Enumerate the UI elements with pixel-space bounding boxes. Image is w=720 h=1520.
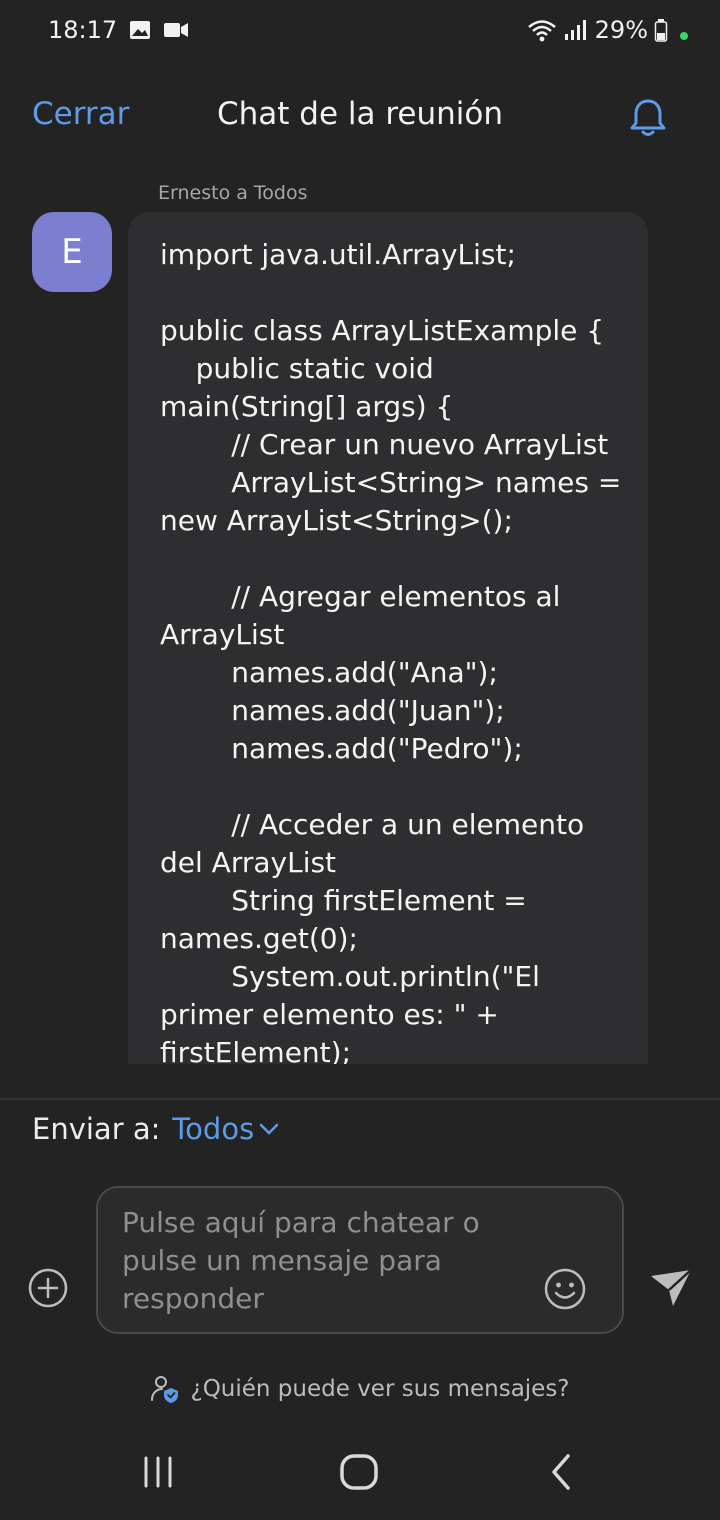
wifi-icon bbox=[527, 20, 556, 42]
chat-messages[interactable]: Ernesto a Todos E import java.util.Array… bbox=[0, 170, 720, 1064]
who-can-see-text: ¿Quién puede ver sus mensajes? bbox=[190, 1376, 570, 1402]
status-right: 29% bbox=[527, 16, 688, 44]
message-text: import java.util.ArrayList; public class… bbox=[160, 238, 622, 1064]
signal-icon bbox=[564, 20, 586, 40]
message-sender: Ernesto a Todos bbox=[158, 182, 308, 204]
chat-header: Cerrar Chat de la reunión bbox=[0, 80, 720, 156]
avatar: E bbox=[32, 212, 112, 292]
send-to-row: Enviar a: Todos bbox=[32, 1112, 280, 1146]
add-attachment-button[interactable] bbox=[26, 1266, 70, 1310]
send-to-label: Enviar a: bbox=[32, 1112, 161, 1146]
battery-icon bbox=[654, 19, 668, 42]
video-icon bbox=[164, 23, 189, 37]
navigation-bar bbox=[0, 1430, 720, 1520]
status-dot bbox=[680, 32, 688, 40]
divider bbox=[0, 1098, 720, 1100]
who-can-see-link[interactable]: ¿Quién puede ver sus mensajes? bbox=[0, 1374, 720, 1404]
chat-input-placeholder: Pulse aquí para chatear o pulse un mensa… bbox=[122, 1206, 480, 1315]
status-bar: 18:17 29% bbox=[0, 0, 720, 60]
status-left: 18:17 bbox=[48, 16, 189, 44]
emoji-icon[interactable] bbox=[542, 1266, 588, 1312]
chat-input[interactable]: Pulse aquí para chatear o pulse un mensa… bbox=[96, 1186, 624, 1334]
gallery-icon bbox=[130, 21, 151, 39]
chevron-down-icon bbox=[259, 1123, 279, 1135]
recipient-value: Todos bbox=[172, 1112, 255, 1146]
bell-icon[interactable] bbox=[626, 96, 670, 140]
status-time: 18:17 bbox=[48, 16, 118, 44]
avatar-initial: E bbox=[61, 232, 83, 272]
battery-percent: 29% bbox=[594, 16, 648, 44]
send-icon[interactable] bbox=[648, 1268, 694, 1308]
message-bubble[interactable]: import java.util.ArrayList; public class… bbox=[128, 212, 648, 1064]
page-title: Chat de la reunión bbox=[216, 96, 504, 132]
compose-area: Pulse aquí para chatear o pulse un mensa… bbox=[0, 1180, 720, 1340]
home-button[interactable] bbox=[338, 1452, 380, 1492]
back-button[interactable] bbox=[546, 1452, 576, 1492]
recent-apps-button[interactable] bbox=[140, 1452, 176, 1492]
recipient-dropdown[interactable]: Todos bbox=[172, 1112, 280, 1146]
user-shield-icon bbox=[151, 1376, 179, 1403]
